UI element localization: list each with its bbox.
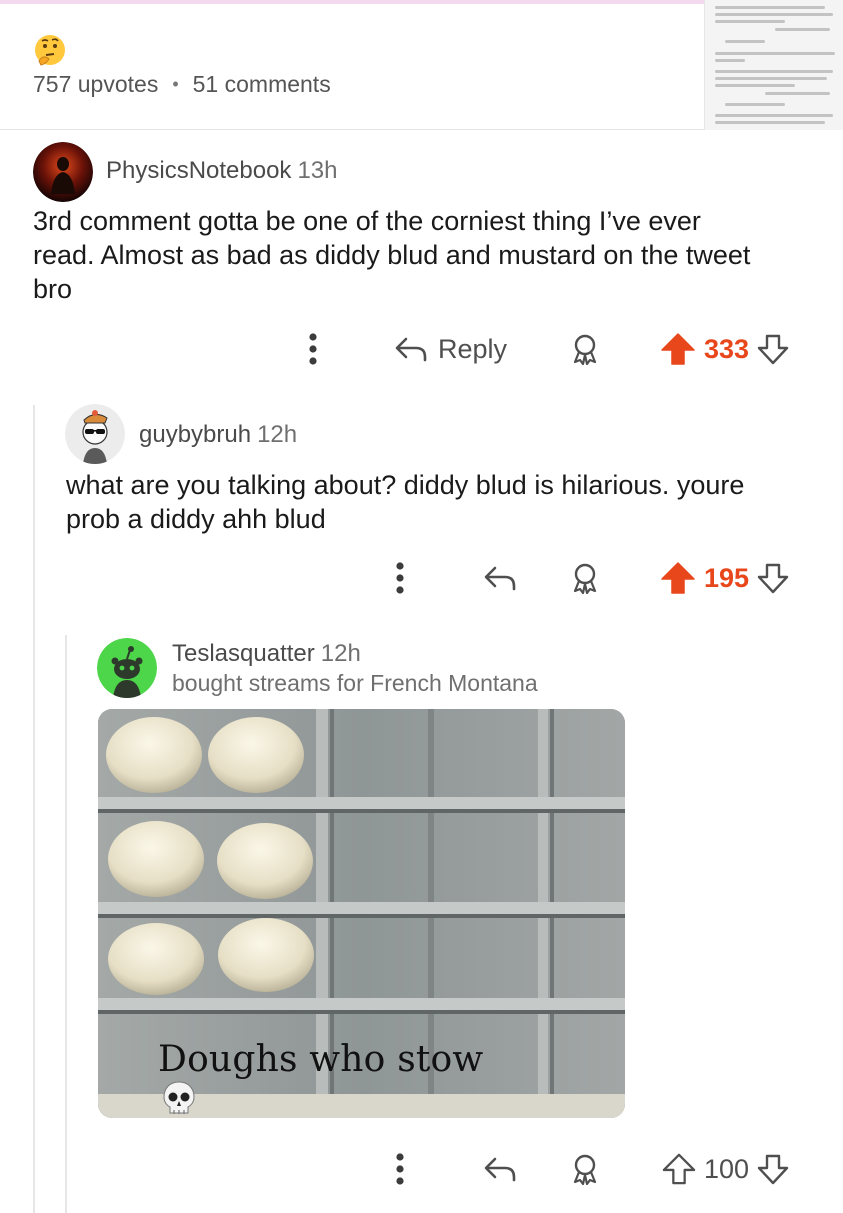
award-icon — [573, 334, 597, 365]
username[interactable]: Teslasquatter — [172, 640, 315, 667]
comment-body: 3rd comment gotta be one of the corniest… — [33, 204, 823, 306]
comment-image[interactable]: Doughs who stow — [98, 709, 625, 1118]
reply-button[interactable]: Reply — [394, 329, 519, 369]
comment-author[interactable]: guybybruh 12h — [139, 421, 297, 449]
avatar[interactable] — [65, 404, 125, 464]
reply-arrow-icon — [395, 337, 427, 362]
comment-line: read. Almost as bad as diddy blud and mu… — [33, 240, 751, 270]
upvote-icon[interactable] — [662, 1152, 696, 1186]
comment-actions: Reply 333 — [0, 329, 843, 369]
vote-controls: 195 — [660, 558, 810, 598]
comment-actions: 100 — [0, 1149, 843, 1189]
downvote-icon[interactable] — [757, 333, 789, 365]
downvote-icon[interactable] — [757, 1153, 789, 1185]
comment-line: bro — [33, 274, 73, 304]
avatar[interactable] — [97, 638, 157, 698]
post-stats: 757 upvotes • 51 comments — [33, 71, 331, 98]
comment-author[interactable]: PhysicsNotebook 13h — [106, 157, 337, 185]
reply-label: Reply — [438, 333, 508, 364]
user-flair: bought streams for French Montana — [172, 670, 538, 696]
reply-button[interactable] — [480, 1149, 520, 1189]
post-thumbnail[interactable] — [704, 0, 843, 130]
skull-icon — [163, 1081, 195, 1114]
award-button[interactable] — [567, 329, 603, 369]
comment-count[interactable]: 51 comments — [193, 71, 331, 98]
comment-actions: 195 — [0, 558, 843, 598]
thread-line — [33, 405, 35, 1213]
timestamp: 12h — [257, 421, 298, 448]
separator-dot: • — [172, 74, 179, 94]
upvote-count: 757 upvotes — [33, 71, 159, 97]
award-icon — [573, 563, 597, 594]
avatar[interactable] — [33, 142, 93, 202]
image-caption: Doughs who stow — [158, 1039, 483, 1118]
caption-text: Doughs who stow — [158, 1039, 484, 1080]
upvote-icon[interactable] — [660, 561, 696, 595]
reply-arrow-icon — [484, 566, 516, 591]
more-options-icon — [396, 1153, 404, 1185]
reply-arrow-icon — [484, 1157, 516, 1182]
vote-score: 333 — [704, 333, 750, 364]
more-options-button[interactable] — [385, 1149, 415, 1189]
reply-button[interactable] — [480, 558, 520, 598]
post-summary: 757 upvotes • 51 comments — [0, 0, 843, 130]
thinking-face-icon — [35, 35, 65, 66]
award-button[interactable] — [567, 558, 603, 598]
username[interactable]: PhysicsNotebook — [106, 157, 291, 184]
comment-line: what are you talking about? diddy blud i… — [66, 470, 745, 500]
award-button[interactable] — [567, 1149, 603, 1189]
more-options-button[interactable] — [385, 558, 415, 598]
comment-body: what are you talking about? diddy blud i… — [66, 468, 826, 536]
more-options-icon — [396, 562, 404, 594]
upvote-icon[interactable] — [660, 332, 696, 366]
downvote-icon[interactable] — [757, 562, 789, 594]
timestamp: 13h — [297, 157, 338, 184]
timestamp: 12h — [320, 640, 361, 667]
more-options-button[interactable] — [298, 329, 328, 369]
thread-line — [65, 635, 67, 1213]
comment-line: prob a diddy ahh blud — [66, 504, 326, 534]
more-options-icon — [309, 333, 317, 365]
comment-line: 3rd comment gotta be one of the corniest… — [33, 206, 701, 236]
vote-controls: 333 — [660, 329, 810, 369]
comment-author[interactable]: Teslasquatter 12h — [172, 640, 361, 668]
award-icon — [573, 1154, 597, 1185]
vote-controls: 100 — [662, 1149, 812, 1189]
vote-score: 100 — [704, 1153, 750, 1184]
username[interactable]: guybybruh — [139, 421, 251, 448]
vote-score: 195 — [704, 562, 750, 593]
